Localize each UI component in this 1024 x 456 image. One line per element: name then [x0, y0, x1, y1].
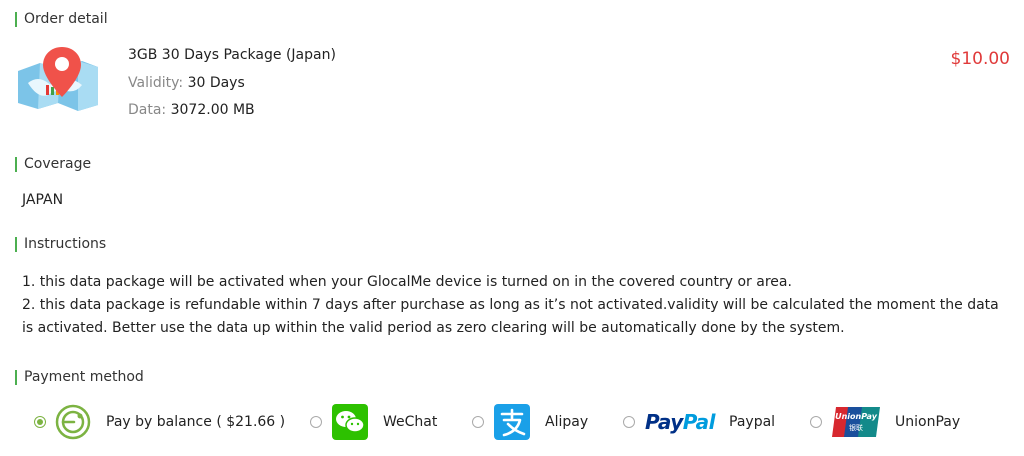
validity-label: Validity:	[128, 75, 184, 91]
unionpay-logo-text: UnionPay	[835, 412, 877, 421]
payment-option-wechat[interactable]: WeChat	[310, 404, 437, 440]
paypal-logo-pal: Pal	[682, 410, 716, 434]
payment-label-balance: Pay by balance ( $21.66 )	[106, 414, 286, 430]
payment-label-paypal: Paypal	[729, 414, 776, 430]
instructions-text: 1. this data package will be activated w…	[22, 271, 1002, 340]
coverage-heading: Coverage	[15, 157, 91, 172]
instruction-line-2: 2. this data package is refundable withi…	[22, 297, 999, 336]
order-detail-heading: Order detail	[15, 12, 108, 27]
validity-row: Validity: 30 Days	[128, 75, 245, 91]
coverage-value: JAPAN	[22, 192, 64, 208]
radio-balance[interactable]	[34, 416, 46, 428]
payment-method-heading: Payment method	[15, 370, 144, 385]
balance-icon	[55, 404, 91, 440]
payment-option-unionpay[interactable]: UnionPay 银联 UnionPay	[810, 404, 960, 440]
data-row: Data: 3072.00 MB	[128, 102, 255, 118]
radio-paypal[interactable]	[623, 416, 635, 428]
package-price: $10.00	[950, 49, 1010, 69]
payment-label-wechat: WeChat	[383, 414, 438, 430]
data-label: Data:	[128, 102, 167, 118]
paypal-icon: PayPal	[645, 410, 716, 434]
validity-value: 30 Days	[187, 75, 245, 91]
radio-wechat[interactable]	[310, 416, 322, 428]
payment-options: Pay by balance ( $21.66 ) WeChat Alipay …	[0, 404, 1024, 440]
radio-unionpay[interactable]	[810, 416, 822, 428]
data-value: 3072.00 MB	[170, 102, 255, 118]
radio-alipay[interactable]	[472, 416, 484, 428]
payment-option-balance[interactable]: Pay by balance ( $21.66 )	[34, 404, 285, 440]
payment-label-unionpay: UnionPay	[895, 414, 961, 430]
instruction-line-1: 1. this data package will be activated w…	[22, 274, 792, 290]
map-pin-icon	[14, 45, 102, 111]
instructions-heading: Instructions	[15, 237, 106, 252]
unionpay-logo-subtext: 银联	[849, 424, 863, 432]
alipay-icon	[494, 404, 530, 440]
wechat-icon	[332, 404, 368, 440]
payment-label-alipay: Alipay	[545, 414, 589, 430]
paypal-logo-pay: Pay	[645, 410, 683, 434]
payment-option-alipay[interactable]: Alipay	[472, 404, 588, 440]
package-name: 3GB 30 Days Package (Japan)	[128, 47, 336, 63]
unionpay-icon: UnionPay 银联	[832, 407, 880, 437]
payment-option-paypal[interactable]: PayPal Paypal	[623, 404, 775, 440]
